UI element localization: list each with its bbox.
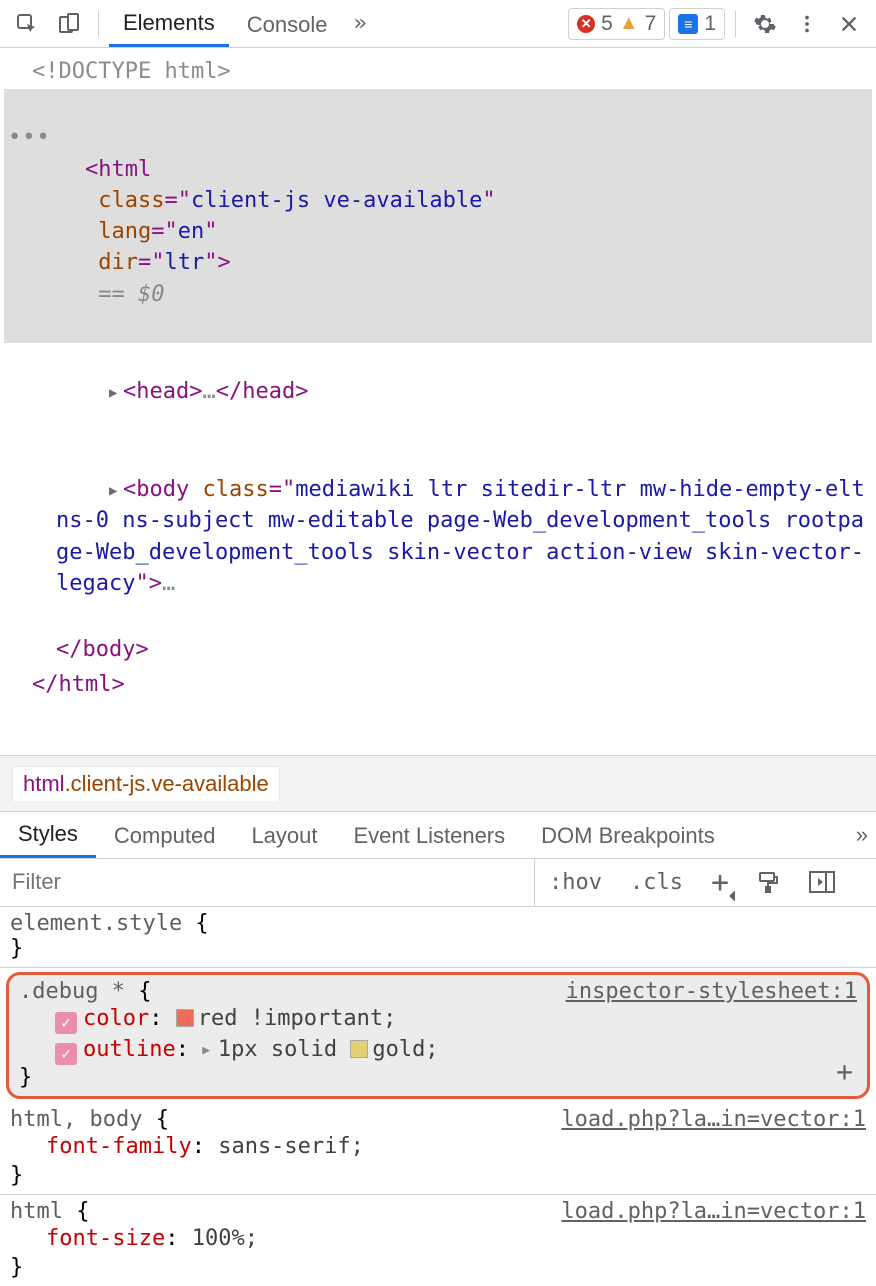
add-rule-icon[interactable]: + xyxy=(836,1055,853,1088)
dom-body-open[interactable]: ▶<body class="mediawiki ltr sitedir-ltr … xyxy=(4,441,872,632)
source-link[interactable]: load.php?la…in=vector:1 xyxy=(561,1199,866,1224)
source-link[interactable]: load.php?la…in=vector:1 xyxy=(561,1107,866,1132)
checkbox-icon[interactable]: ✓ xyxy=(55,1012,77,1034)
more-tabs-icon[interactable]: » xyxy=(848,822,876,848)
errors-warnings-badge[interactable]: ✕ 5 ▲ 7 xyxy=(568,8,665,40)
error-icon: ✕ xyxy=(577,15,595,33)
hov-toggle[interactable]: :hov xyxy=(535,859,616,906)
color-swatch[interactable] xyxy=(176,1009,194,1027)
computed-panel-toggle-icon[interactable] xyxy=(795,859,849,906)
inspect-icon[interactable] xyxy=(8,5,46,43)
expand-triangle-icon[interactable]: ▶ xyxy=(109,482,123,502)
source-link[interactable]: inspector-stylesheet:1 xyxy=(566,979,857,1004)
breadcrumb-bar: html.client-js.ve-available xyxy=(0,755,876,811)
more-tabs-icon[interactable]: » xyxy=(345,11,374,36)
tab-styles[interactable]: Styles xyxy=(0,811,96,858)
rule-element-style[interactable]: element.style { } xyxy=(0,907,876,968)
dom-body-close[interactable]: </body> xyxy=(4,632,872,667)
kebab-menu-icon[interactable] xyxy=(788,5,826,43)
paint-icon[interactable] xyxy=(743,859,795,906)
tab-computed[interactable]: Computed xyxy=(96,813,234,857)
breadcrumb-chip[interactable]: html.client-js.ve-available xyxy=(12,766,280,801)
tab-console[interactable]: Console xyxy=(233,2,342,46)
rule-debug-star[interactable]: .debug * { inspector-stylesheet:1 ✓color… xyxy=(6,972,870,1100)
device-toggle-icon[interactable] xyxy=(50,5,88,43)
tab-event-listeners[interactable]: Event Listeners xyxy=(336,813,524,857)
styles-rules-panel: element.style { } .debug * { inspector-s… xyxy=(0,907,876,1286)
devtools-toolbar: Elements Console » ✕ 5 ▲ 7 ≡ 1 xyxy=(0,0,876,48)
expand-triangle-icon[interactable]: ▶ xyxy=(109,384,123,404)
rule-html[interactable]: html { load.php?la…in=vector:1 font-size… xyxy=(0,1195,876,1286)
prop-row[interactable]: ✓color: red !important; xyxy=(19,1004,857,1035)
tab-dom-breakpoints[interactable]: DOM Breakpoints xyxy=(523,813,733,857)
issues-badge[interactable]: ≡ 1 xyxy=(669,8,725,40)
separator xyxy=(98,11,99,37)
dom-html-close[interactable]: </html> xyxy=(4,667,872,702)
checkbox-icon[interactable]: ✓ xyxy=(55,1043,77,1065)
dom-doctype[interactable]: <!DOCTYPE html> xyxy=(4,54,872,89)
prop-row[interactable]: ✓outline: ▶ 1px solid gold; xyxy=(19,1035,857,1066)
styles-filter-input[interactable] xyxy=(0,859,535,906)
ellipsis-icon: ••• xyxy=(8,122,51,153)
new-style-rule-button[interactable]: + xyxy=(697,859,743,906)
tab-layout[interactable]: Layout xyxy=(233,813,335,857)
warning-icon: ▲ xyxy=(619,12,639,35)
dom-html-open[interactable]: ••• <html class="client-js ve-available"… xyxy=(4,89,872,343)
tab-elements[interactable]: Elements xyxy=(109,0,229,47)
issue-icon: ≡ xyxy=(678,14,698,34)
gear-icon[interactable] xyxy=(746,5,784,43)
color-swatch[interactable] xyxy=(350,1040,368,1058)
styles-filter-row: :hov .cls + xyxy=(0,859,876,907)
rule-html-body[interactable]: html, body { load.php?la…in=vector:1 fon… xyxy=(0,1103,876,1195)
error-count: 5 xyxy=(601,12,613,36)
styles-tabs: Styles Computed Layout Event Listeners D… xyxy=(0,811,876,859)
dom-tree-panel[interactable]: <!DOCTYPE html> ••• <html class="client-… xyxy=(0,48,876,755)
prop-row[interactable]: font-family: sans-serif; xyxy=(10,1132,866,1163)
cls-toggle[interactable]: .cls xyxy=(616,859,697,906)
close-icon[interactable] xyxy=(830,5,868,43)
issue-count: 1 xyxy=(704,12,716,36)
prop-row[interactable]: font-size: 100%; xyxy=(10,1224,866,1255)
separator xyxy=(735,11,736,37)
dom-head[interactable]: ▶<head>…</head> xyxy=(4,343,872,441)
warning-count: 7 xyxy=(645,12,657,36)
expand-shorthand-icon[interactable]: ▶ xyxy=(202,1043,218,1058)
